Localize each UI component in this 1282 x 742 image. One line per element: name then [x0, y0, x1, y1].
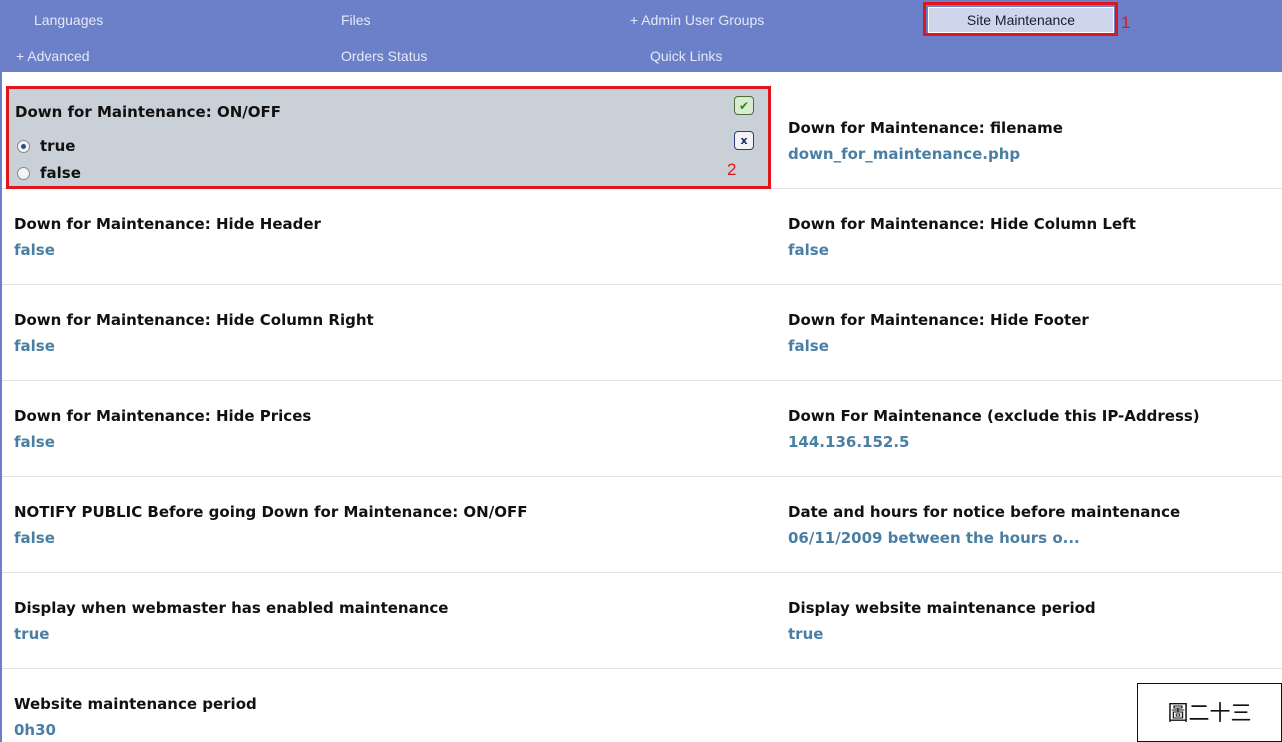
annotation-number-2: 2 [727, 160, 737, 179]
setting-title: Website maintenance period [14, 695, 257, 713]
figure-caption-box: 圖二十三 [1137, 683, 1282, 742]
figure-caption-text: 圖二十三 [1167, 701, 1252, 725]
setting-hide-header[interactable]: Down for Maintenance: Hide Header false [14, 214, 321, 260]
setting-editor-maintenance-onoff: Down for Maintenance: ON/OFF true false … [6, 86, 771, 189]
row-divider [2, 380, 1282, 381]
radio-option-false[interactable]: false [17, 164, 81, 182]
setting-title: Down for Maintenance: Hide Column Right [14, 311, 374, 329]
setting-title: Display website maintenance period [788, 599, 1096, 617]
nav-item-files[interactable]: Files [341, 11, 371, 29]
setting-value: true [788, 625, 824, 643]
radio-true-selected[interactable] [17, 139, 30, 153]
setting-title: Date and hours for notice before mainten… [788, 503, 1181, 521]
cancel-x-icon[interactable]: x [734, 131, 754, 150]
setting-title: Display when webmaster has enabled maint… [14, 599, 449, 617]
annotation-highlight-box-1 [923, 2, 1118, 36]
setting-notify-public[interactable]: NOTIFY PUBLIC Before going Down for Main… [14, 502, 527, 548]
setting-maintenance-filename[interactable]: Down for Maintenance: filename down_for_… [788, 118, 1063, 164]
setting-title: Down for Maintenance: Hide Prices [14, 407, 312, 425]
setting-value: down_for_maintenance.php [788, 145, 1021, 163]
setting-title: NOTIFY PUBLIC Before going Down for Main… [14, 503, 528, 521]
setting-title: Down for Maintenance: Hide Header [14, 215, 321, 233]
row-divider [2, 668, 1282, 669]
setting-title: Down For Maintenance (exclude this IP-Ad… [788, 407, 1200, 425]
setting-hide-prices[interactable]: Down for Maintenance: Hide Prices false [14, 406, 311, 452]
setting-hide-column-left[interactable]: Down for Maintenance: Hide Column Left f… [788, 214, 1136, 260]
setting-title: Down for Maintenance: filename [788, 119, 1063, 137]
setting-value: true [14, 625, 50, 643]
row-divider [2, 284, 1282, 285]
setting-title: Down for Maintenance: Hide Footer [788, 311, 1089, 329]
setting-hide-column-right[interactable]: Down for Maintenance: Hide Column Right … [14, 310, 374, 356]
nav-item-advanced[interactable]: + Advanced [16, 47, 90, 65]
radio-option-true-label: true [40, 137, 76, 155]
setting-value: 144.136.152.5 [788, 433, 910, 451]
annotation-number-1: 1 [1121, 13, 1131, 32]
setting-value: false [788, 337, 829, 355]
setting-value: false [14, 433, 55, 451]
radio-option-false-label: false [40, 164, 81, 182]
setting-display-webmaster-enabled[interactable]: Display when webmaster has enabled maint… [14, 598, 448, 644]
nav-item-languages[interactable]: Languages [34, 11, 103, 29]
setting-value: 06/11/2009 between the hours o... [788, 529, 1080, 547]
setting-value: 0h30 [14, 721, 56, 739]
setting-value: false [14, 241, 55, 259]
setting-value: false [14, 529, 55, 547]
nav-item-admin-user-groups[interactable]: + Admin User Groups [630, 11, 764, 29]
setting-value: false [14, 337, 55, 355]
row-divider [2, 572, 1282, 573]
setting-notice-date-hours[interactable]: Date and hours for notice before mainten… [788, 502, 1180, 548]
left-border [0, 72, 2, 742]
setting-maintenance-period[interactable]: Website maintenance period 0h30 [14, 694, 257, 740]
nav-item-orders-status[interactable]: Orders Status [341, 47, 427, 65]
setting-exclude-ip-address[interactable]: Down For Maintenance (exclude this IP-Ad… [788, 406, 1200, 452]
admin-nav-bar: Languages Files + Admin User Groups + Ad… [0, 0, 1282, 72]
setting-hide-footer[interactable]: Down for Maintenance: Hide Footer false [788, 310, 1089, 356]
setting-title: Down for Maintenance: Hide Column Left [788, 215, 1136, 233]
setting-value: false [788, 241, 829, 259]
save-checkmark-icon[interactable]: ✔ [734, 96, 754, 115]
row-divider [2, 476, 1282, 477]
radio-false[interactable] [17, 166, 30, 180]
setting-display-maintenance-period[interactable]: Display website maintenance period true [788, 598, 1096, 644]
nav-item-quick-links[interactable]: Quick Links [650, 47, 722, 65]
setting-editor-title: Down for Maintenance: ON/OFF [15, 103, 281, 121]
radio-option-true[interactable]: true [17, 137, 75, 155]
